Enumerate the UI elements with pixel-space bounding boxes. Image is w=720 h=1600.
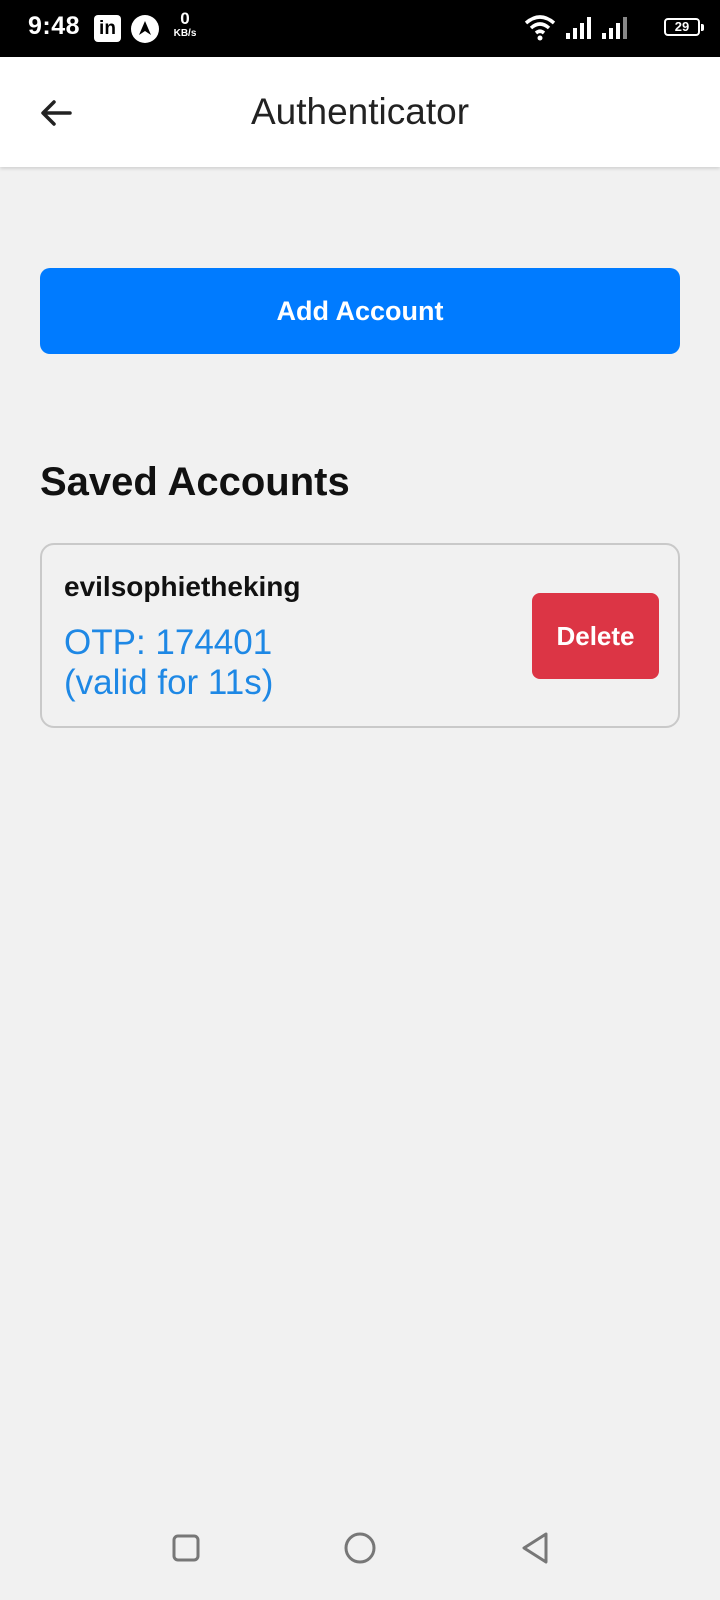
add-account-button[interactable]: Add Account	[40, 268, 680, 354]
battery-icon: 29	[664, 18, 700, 36]
signal-icon-sim1	[566, 17, 591, 39]
account-card: evilsophietheking OTP: 174401 (valid for…	[40, 543, 680, 728]
navigation-app-icon	[131, 15, 159, 43]
app-header: Authenticator	[0, 57, 720, 167]
otp-validity: (valid for 11s)	[64, 663, 274, 702]
home-icon[interactable]	[342, 1530, 378, 1566]
recent-apps-icon[interactable]	[170, 1532, 202, 1564]
network-speed-unit: KB/s	[173, 28, 197, 39]
status-icons: 29	[506, 12, 706, 44]
system-navigation-bar	[0, 1520, 720, 1600]
network-speed: 0 KB/s	[170, 10, 200, 39]
account-name: evilsophietheking	[64, 571, 301, 602]
status-bar: 9:48 in 0 KB/s 29	[0, 0, 720, 57]
network-speed-value: 0	[180, 9, 190, 28]
linkedin-icon: in	[94, 15, 121, 42]
delete-account-button[interactable]: Delete	[532, 593, 659, 679]
wifi-icon	[524, 15, 556, 41]
status-time: 9:48	[28, 12, 81, 40]
battery-tip	[701, 24, 704, 31]
page-title: Authenticator	[250, 91, 470, 132]
signal-icon-sim2	[602, 17, 627, 39]
saved-accounts-title: Saved Accounts	[40, 460, 350, 504]
otp-code: OTP: 174401	[64, 623, 273, 662]
system-back-icon[interactable]	[518, 1530, 552, 1566]
